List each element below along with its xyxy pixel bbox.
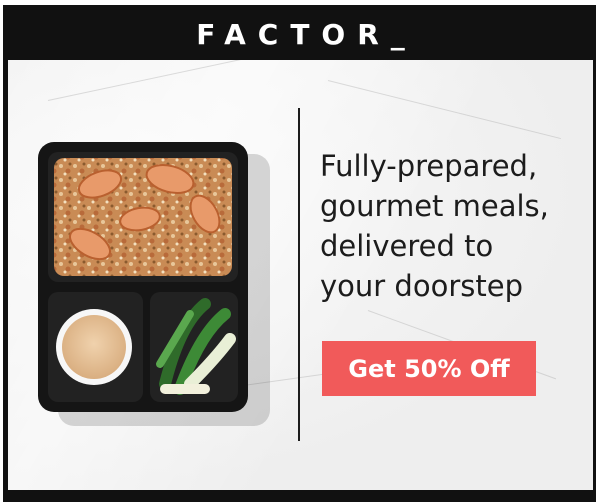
meal-tray-image	[38, 142, 270, 426]
get-discount-button[interactable]: Get 50% Off	[322, 341, 536, 396]
header-bar: FACTOR_	[8, 8, 593, 60]
vertical-divider	[298, 108, 300, 441]
tagline-line: gourmet meals,	[320, 189, 549, 223]
tagline-line: delivered to	[320, 229, 494, 263]
tagline-line: Fully-prepared,	[320, 149, 538, 183]
bottom-bar	[8, 490, 593, 502]
marble-content-area: Fully-prepared, gourmet meals, delivered…	[8, 60, 593, 490]
marble-vein	[327, 80, 561, 140]
brand-logo: FACTOR_	[196, 17, 417, 51]
marble-vein	[47, 60, 303, 101]
factor-ad-banner[interactable]: FACTOR_ Fully-prepared, gourmet meals, d…	[0, 0, 599, 502]
ad-tagline: Fully-prepared, gourmet meals, delivered…	[320, 146, 590, 306]
tagline-line: your doorstep	[320, 269, 523, 303]
